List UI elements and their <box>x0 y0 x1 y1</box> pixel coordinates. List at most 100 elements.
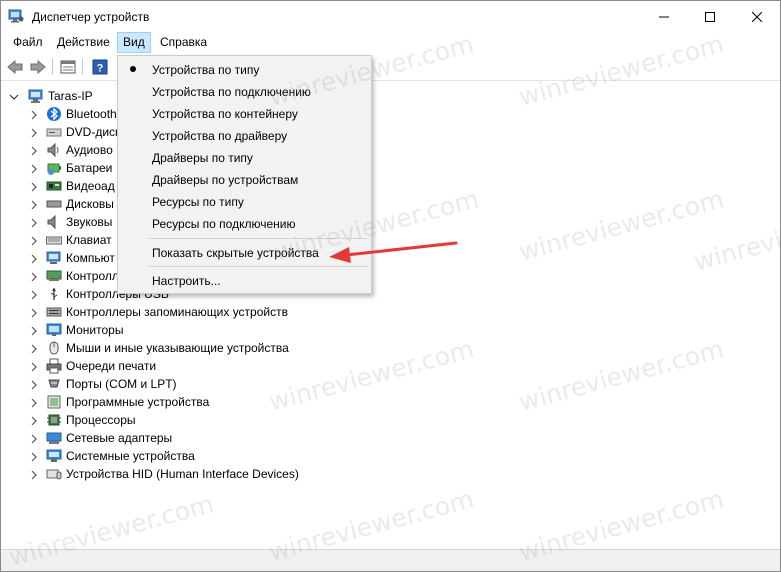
view-menu-item-label: Устройства по контейнеру <box>152 107 298 121</box>
usb-icon <box>46 286 62 302</box>
tree-item-label: Компьют <box>66 251 115 265</box>
properties-button[interactable] <box>58 58 78 76</box>
expand-chevron-icon[interactable] <box>29 271 39 282</box>
mouse-icon <box>46 340 62 356</box>
tree-item-label: Устройства HID (Human Interface Devices) <box>66 467 299 481</box>
back-arrow-icon <box>7 60 23 74</box>
menu-item-customize[interactable]: Настроить... <box>120 269 369 291</box>
tree-item[interactable]: Сетевые адаптеры <box>1 429 780 447</box>
close-button[interactable] <box>734 1 780 32</box>
expand-chevron-icon[interactable] <box>29 289 39 300</box>
menu-view[interactable]: Вид <box>117 32 151 53</box>
tree-item-label: Процессоры <box>66 413 136 427</box>
view-menu-item[interactable]: Ресурсы по типу <box>120 190 369 212</box>
tree-item-label: Системные устройства <box>66 449 195 463</box>
device-manager-window: Диспетчер устройств Файл Действие Вид Сп… <box>0 0 781 572</box>
back-button[interactable] <box>5 58 25 76</box>
menu-separator <box>148 266 368 267</box>
monitor-icon <box>46 322 62 338</box>
controller-icon <box>46 268 62 284</box>
audio-icon <box>46 142 62 158</box>
tree-item-label: Bluetooth <box>66 107 117 121</box>
expand-chevron-icon[interactable] <box>29 145 39 156</box>
show-hidden-label: Показать скрытые устройства <box>152 246 319 260</box>
expand-chevron-icon[interactable] <box>29 451 39 462</box>
tree-item-label: Батареи <box>66 161 113 175</box>
tree-item-label: Порты (COM и LPT) <box>66 377 177 391</box>
view-menu-item[interactable]: Устройства по драйверу <box>120 124 369 146</box>
printer-icon <box>46 358 62 374</box>
tree-item-label: Контролл <box>66 269 119 283</box>
view-menu-item-label: Устройства по драйверу <box>152 129 288 143</box>
expand-chevron-icon[interactable] <box>29 325 39 336</box>
tree-item[interactable]: Системные устройства <box>1 447 780 465</box>
tree-item[interactable]: Устройства HID (Human Interface Devices) <box>1 465 780 483</box>
forward-button[interactable] <box>28 58 48 76</box>
minimize-button[interactable] <box>641 1 687 32</box>
tree-item[interactable]: Мониторы <box>1 321 780 339</box>
view-menu-item-label: Ресурсы по типу <box>152 195 244 209</box>
view-menu-item-label: Устройства по подключению <box>152 85 311 99</box>
battery-icon <box>46 160 62 176</box>
expand-chevron-icon[interactable] <box>29 217 39 228</box>
view-menu-item[interactable]: Устройства по контейнеру <box>120 102 369 124</box>
expand-chevron-icon[interactable] <box>29 397 39 408</box>
tree-item[interactable]: Мыши и иные указывающие устройства <box>1 339 780 357</box>
expand-chevron-icon[interactable] <box>29 109 39 120</box>
expand-chevron-icon[interactable] <box>29 235 39 246</box>
root-label: Taras-IP <box>48 89 93 103</box>
tree-item[interactable]: Очереди печати <box>1 357 780 375</box>
tree-item-label: Программные устройства <box>66 395 210 409</box>
help-button[interactable]: ? <box>90 58 110 76</box>
tree-item-label: Клавиат <box>66 233 112 247</box>
software-device-icon <box>46 394 62 410</box>
expand-chevron-icon[interactable] <box>29 253 39 264</box>
menu-help[interactable]: Справка <box>154 32 213 53</box>
menu-item-show-hidden[interactable]: Показать скрытые устройства <box>120 241 369 263</box>
expand-chevron-icon[interactable] <box>29 361 39 372</box>
tree-item[interactable]: Процессоры <box>1 411 780 429</box>
collapse-chevron-icon[interactable] <box>9 91 19 101</box>
menu-bar: Файл Действие Вид Справка <box>1 32 780 53</box>
expand-chevron-icon[interactable] <box>29 163 39 174</box>
tree-item-label: Сетевые адаптеры <box>66 431 173 445</box>
menu-separator <box>148 238 368 239</box>
tree-item[interactable]: Контроллеры запоминающих устройств <box>1 303 780 321</box>
tree-item-label: Очереди печати <box>66 359 157 373</box>
status-bar <box>1 549 780 571</box>
view-menu-item[interactable]: Ресурсы по подключению <box>120 212 369 234</box>
maximize-button[interactable] <box>687 1 733 32</box>
forward-arrow-icon <box>30 60 46 74</box>
view-menu-item[interactable]: Устройства по типу <box>120 58 369 80</box>
tree-item-label: Контроллеры запоминающих устройств <box>66 305 288 319</box>
expand-chevron-icon[interactable] <box>29 379 39 390</box>
expand-chevron-icon[interactable] <box>29 199 39 210</box>
toolbar-separator <box>82 59 83 75</box>
tree-item[interactable]: Программные устройства <box>1 393 780 411</box>
tree-item-label: DVD-диск <box>66 125 121 139</box>
tree-item-label: Мыши и иные указывающие устройства <box>66 341 289 355</box>
view-menu-item[interactable]: Драйверы по типу <box>120 146 369 168</box>
help-icon: ? <box>92 59 108 75</box>
expand-chevron-icon[interactable] <box>29 181 39 192</box>
expand-chevron-icon[interactable] <box>29 433 39 444</box>
expand-chevron-icon[interactable] <box>29 307 39 318</box>
tree-item-label: Звуковы <box>66 215 113 229</box>
keyboard-icon <box>46 232 62 248</box>
bluetooth-icon <box>46 106 62 122</box>
menu-action[interactable]: Действие <box>51 32 116 53</box>
computer-root-icon <box>28 88 44 104</box>
view-menu-item[interactable]: Драйверы по устройствам <box>120 168 369 190</box>
device-manager-app-icon <box>8 9 24 23</box>
menu-file[interactable]: Файл <box>7 32 49 53</box>
expand-chevron-icon[interactable] <box>29 415 39 426</box>
computer-icon <box>46 250 62 266</box>
disk-drive-icon <box>46 196 62 212</box>
expand-chevron-icon[interactable] <box>29 343 39 354</box>
view-menu-item-label: Драйверы по устройствам <box>152 173 299 187</box>
expand-chevron-icon[interactable] <box>29 469 39 480</box>
view-menu-item[interactable]: Устройства по подключению <box>120 80 369 102</box>
expand-chevron-icon[interactable] <box>29 127 39 138</box>
tree-item[interactable]: Порты (COM и LPT) <box>1 375 780 393</box>
view-dropdown-menu: Устройства по типу Устройства по подключе… <box>117 55 372 294</box>
